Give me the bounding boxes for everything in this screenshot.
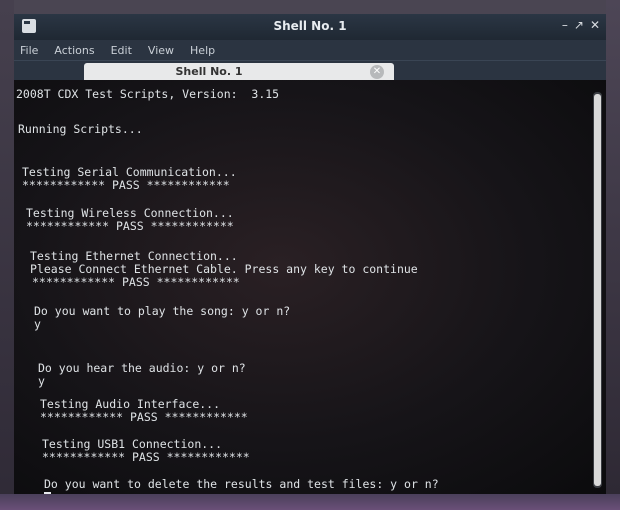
menu-edit[interactable]: Edit xyxy=(111,44,132,57)
menu-view[interactable]: View xyxy=(148,44,174,57)
terminal-line: ************ PASS ************ xyxy=(26,219,234,233)
text-cursor xyxy=(44,492,51,494)
terminal-line: ************ PASS ************ xyxy=(42,450,250,464)
scrollbar-thumb[interactable] xyxy=(594,94,601,486)
photo-bezel-bottom xyxy=(0,494,620,510)
terminal-output[interactable]: 2008T CDX Test Scripts, Version: 3.15 Ru… xyxy=(14,80,606,494)
terminal-line: Do you want to delete the results and te… xyxy=(44,477,439,491)
vertical-scrollbar[interactable] xyxy=(593,92,602,488)
terminal-line: ************ PASS ************ xyxy=(22,178,230,192)
terminal-line: Do you want to play the song: y or n? xyxy=(34,304,291,318)
menu-help[interactable]: Help xyxy=(190,44,215,57)
menu-file[interactable]: File xyxy=(20,44,38,57)
tab-shell-1[interactable]: Shell No. 1 ✕ xyxy=(84,63,394,81)
terminal-line: y xyxy=(34,317,41,331)
photo-bezel-right xyxy=(606,0,620,510)
menu-bar: File Actions Edit View Help xyxy=(14,40,606,60)
photo-bezel-top xyxy=(0,0,620,14)
menu-actions[interactable]: Actions xyxy=(54,44,94,57)
terminal-line: ************ PASS ************ xyxy=(40,410,248,424)
terminal-line: 2008T CDX Test Scripts, Version: 3.15 xyxy=(16,87,280,101)
minimize-button[interactable]: – xyxy=(562,18,568,32)
terminal-line: Running Scripts... xyxy=(18,122,143,136)
restore-button[interactable]: ↗ xyxy=(574,18,584,32)
window-controls: – ↗ ✕ xyxy=(562,18,600,32)
terminal-line: Do you hear the audio: y or n? xyxy=(38,361,246,375)
window-title: Shell No. 1 xyxy=(273,19,347,33)
terminal-line: y xyxy=(38,374,45,388)
photo-bezel-left xyxy=(0,0,14,510)
terminal-window: Shell No. 1 – ↗ ✕ File Actions Edit View… xyxy=(14,14,606,494)
terminal-line: ************ PASS ************ xyxy=(32,275,240,289)
tab-close-icon[interactable]: ✕ xyxy=(370,65,384,79)
tab-bar: Shell No. 1 ✕ xyxy=(14,60,606,81)
close-button[interactable]: ✕ xyxy=(590,18,600,32)
tab-label: Shell No. 1 xyxy=(175,65,243,78)
title-bar[interactable]: Shell No. 1 – ↗ ✕ xyxy=(14,14,606,40)
